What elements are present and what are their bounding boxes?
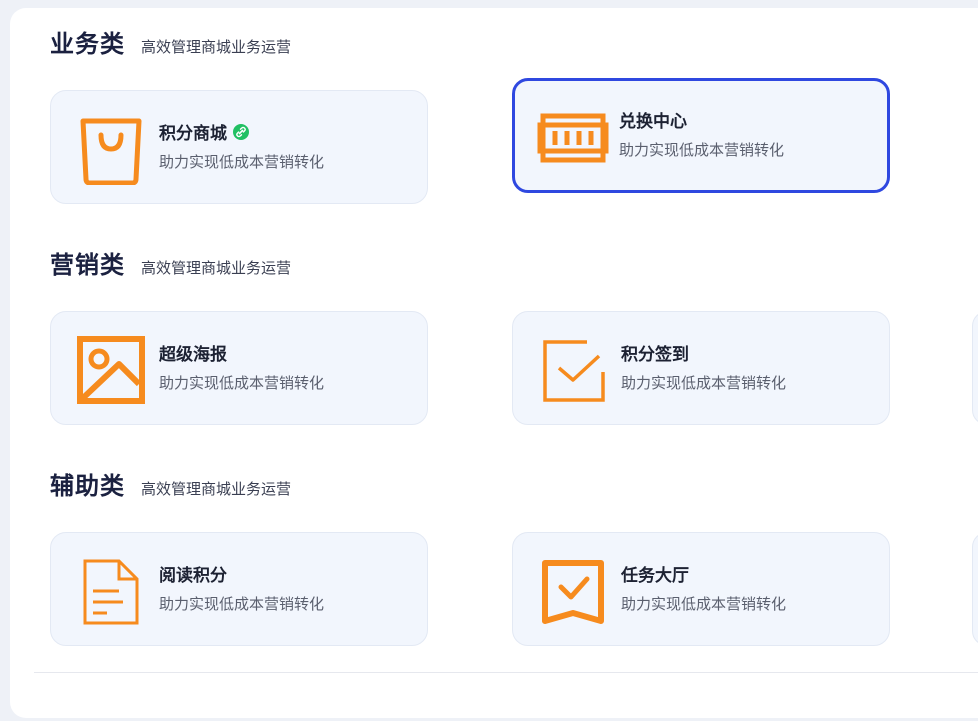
card-description: 助力实现低成本营销转化 (159, 374, 325, 392)
image-poster-icon (75, 334, 147, 406)
card-partial-offscreen[interactable] (972, 532, 978, 646)
section-title: 辅助类 (50, 472, 125, 500)
task-flag-icon (537, 555, 609, 627)
card-title: 超级海报 (159, 345, 227, 365)
card-title: 兑换中心 (619, 112, 687, 132)
card-title: 阅读积分 (159, 566, 227, 586)
section-title: 业务类 (50, 30, 125, 58)
section-header-business: 业务类 高效管理商城业务运营 (50, 24, 291, 59)
card-description: 助力实现低成本营销转化 (621, 374, 787, 392)
card-description: 助力实现低成本营销转化 (159, 153, 325, 171)
checkbox-sign-icon (537, 334, 609, 406)
section-header-auxiliary: 辅助类 高效管理商城业务运营 (50, 466, 291, 501)
card-points-checkin[interactable]: 积分签到 助力实现低成本营销转化 (512, 311, 890, 425)
card-reading-points[interactable]: 阅读积分 助力实现低成本营销转化 (50, 532, 428, 646)
card-title: 积分商城 (159, 124, 227, 144)
card-super-poster[interactable]: 超级海报 助力实现低成本营销转化 (50, 311, 428, 425)
divider (34, 672, 978, 673)
card-task-hall[interactable]: 任务大厅 助力实现低成本营销转化 (512, 532, 890, 646)
link-icon (233, 123, 249, 140)
section-subtitle: 高效管理商城业务运营 (141, 38, 292, 56)
section-subtitle: 高效管理商城业务运营 (141, 480, 292, 498)
card-partial-offscreen[interactable] (972, 311, 978, 425)
card-exchange-center[interactable]: 兑换中心 助力实现低成本营销转化 (512, 78, 890, 193)
section-header-marketing: 营销类 高效管理商城业务运营 (50, 245, 291, 280)
card-description: 助力实现低成本营销转化 (159, 595, 325, 613)
card-title-row: 积分商城 (159, 119, 249, 144)
exchange-ticket-icon (537, 101, 609, 173)
document-icon (75, 555, 147, 627)
card-title: 任务大厅 (621, 566, 689, 586)
shopping-bag-icon (75, 113, 147, 186)
card-points-mall[interactable]: 积分商城 助力实现低成本营销转化 (50, 90, 428, 204)
section-title: 营销类 (50, 251, 125, 279)
card-description: 助力实现低成本营销转化 (619, 141, 785, 159)
card-description: 助力实现低成本营销转化 (621, 595, 787, 613)
section-subtitle: 高效管理商城业务运营 (141, 259, 292, 277)
card-title: 积分签到 (621, 345, 689, 365)
